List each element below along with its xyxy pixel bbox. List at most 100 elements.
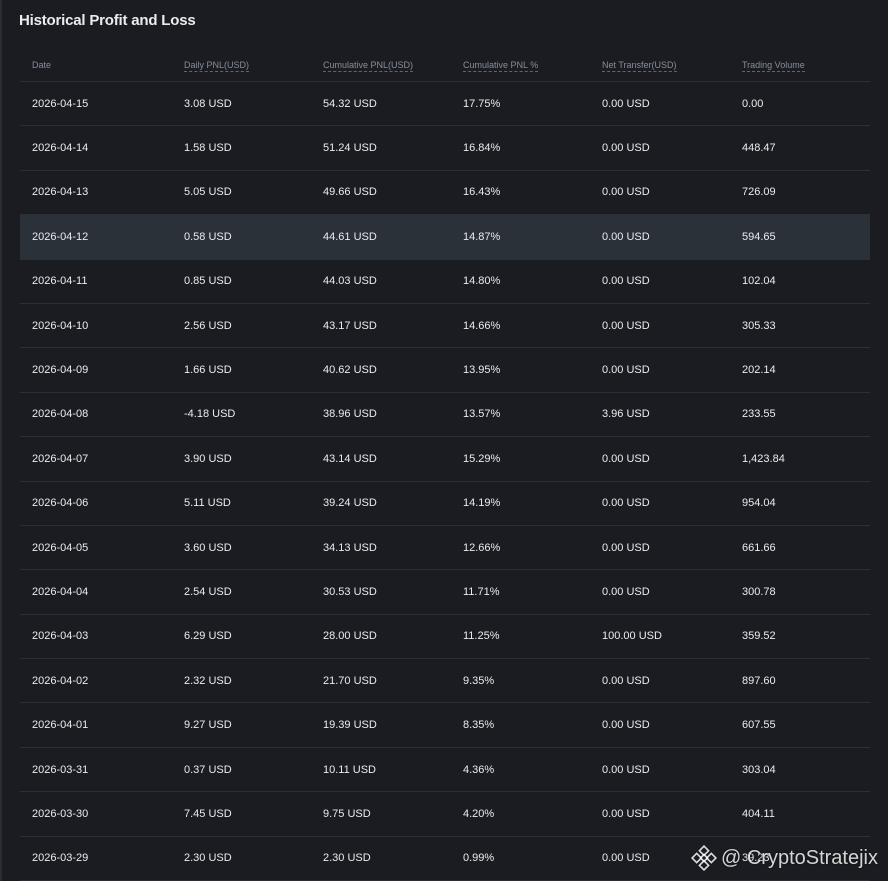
cell-date: 2026-04-04 bbox=[32, 585, 89, 598]
cell-net-transfer: 0.00 USD bbox=[602, 719, 650, 732]
cell-trading-volume: 897.60 bbox=[742, 674, 776, 687]
column-header-net-transfer[interactable]: Net Transfer(USD) bbox=[602, 60, 677, 72]
cell-trading-volume: 305.33 bbox=[742, 319, 776, 332]
cell-daily-pnl: 1.58 USD bbox=[184, 142, 232, 155]
cell-cumulative-pnl-percent: 13.95% bbox=[463, 364, 501, 377]
cell-net-transfer: 0.00 USD bbox=[602, 807, 650, 820]
cell-cumulative-pnl: 43.17 USD bbox=[323, 319, 377, 332]
watermark: @ CryptoStratejix bbox=[690, 845, 878, 871]
cell-net-transfer: 0.00 USD bbox=[602, 97, 650, 110]
cell-cumulative-pnl-percent: 11.25% bbox=[463, 630, 500, 643]
cell-cumulative-pnl: 44.03 USD bbox=[323, 275, 377, 288]
cell-trading-volume: 303.04 bbox=[742, 763, 776, 776]
binance-logo-icon bbox=[690, 845, 717, 871]
cell-net-transfer: 0.00 USD bbox=[602, 852, 650, 865]
cell-daily-pnl: 2.54 USD bbox=[184, 585, 232, 598]
table-row[interactable]: 2026-04-14 1.58 USD 51.24 USD 16.84% 0.00 US… bbox=[20, 126, 870, 171]
table-row[interactable]: 2026-04-01 9.27 USD 19.39 USD 8.35% 0.00 USD… bbox=[20, 703, 870, 748]
cell-cumulative-pnl: 51.24 USD bbox=[323, 142, 377, 155]
column-header-trading-volume[interactable]: Trading Volume bbox=[742, 60, 805, 72]
table-row[interactable]: 2026-04-04 2.54 USD 30.53 USD 11.71% 0.00 US… bbox=[20, 570, 870, 615]
cell-net-transfer: 0.00 USD bbox=[602, 230, 650, 243]
table-row[interactable]: 2026-04-13 5.05 USD 49.66 USD 16.43% 0.00 US… bbox=[20, 171, 870, 216]
table-row[interactable]: 2026-04-10 2.56 USD 43.17 USD 14.66% 0.00 US… bbox=[20, 304, 870, 349]
cell-cumulative-pnl: 49.66 USD bbox=[323, 186, 377, 199]
cell-date: 2026-04-02 bbox=[32, 674, 89, 687]
cell-cumulative-pnl: 30.53 USD bbox=[323, 585, 377, 598]
cell-cumulative-pnl: 9.75 USD bbox=[323, 807, 371, 820]
table-row[interactable]: 2026-04-11 0.85 USD 44.03 USD 14.80% 0.00 US… bbox=[20, 260, 870, 304]
cell-net-transfer: 0.00 USD bbox=[602, 541, 650, 554]
column-header-date: Date bbox=[32, 60, 52, 70]
table-row[interactable]: 2026-04-06 5.11 USD 39.24 USD 14.19% 0.00 US… bbox=[20, 482, 870, 526]
table-row[interactable]: 2026-04-15 3.08 USD 54.32 USD 17.75% 0.00 US… bbox=[20, 82, 870, 127]
cell-date: 2026-04-03 bbox=[32, 630, 89, 643]
table-row[interactable]: 2026-04-12 0.58 USD 44.61 USD 14.87% 0.00 US… bbox=[20, 215, 870, 260]
cell-cumulative-pnl: 39.24 USD bbox=[323, 497, 377, 510]
table-row[interactable]: 2026-04-09 1.66 USD 40.62 USD 13.95% 0.00 US… bbox=[20, 348, 870, 393]
cell-trading-volume: 233.55 bbox=[742, 408, 776, 421]
cell-date: 2026-04-01 bbox=[32, 719, 89, 732]
cell-cumulative-pnl-percent: 0.99% bbox=[463, 852, 495, 865]
cell-date: 2026-04-12 bbox=[32, 230, 89, 243]
cell-daily-pnl: 7.45 USD bbox=[184, 807, 232, 820]
cell-date: 2026-04-08 bbox=[32, 408, 89, 421]
cell-trading-volume: 448.47 bbox=[742, 142, 776, 155]
cell-date: 2026-04-15 bbox=[32, 97, 89, 110]
cell-net-transfer: 100.00 USD bbox=[602, 630, 662, 643]
cell-cumulative-pnl-percent: 17.75% bbox=[463, 97, 501, 110]
table-row[interactable]: 2026-04-05 3.60 USD 34.13 USD 12.66% 0.00 US… bbox=[20, 526, 870, 571]
table-row[interactable]: 2026-04-07 3.90 USD 43.14 USD 15.29% 0.00 US… bbox=[20, 437, 870, 482]
cell-cumulative-pnl: 2.30 USD bbox=[323, 852, 371, 865]
cell-trading-volume: 300.78 bbox=[742, 585, 776, 598]
cell-cumulative-pnl-percent: 14.80% bbox=[463, 275, 501, 288]
cell-cumulative-pnl: 21.70 USD bbox=[323, 674, 377, 687]
table-row[interactable]: 2026-04-03 6.29 USD 28.00 USD 11.25% 100.00 … bbox=[20, 615, 870, 660]
cell-cumulative-pnl-percent: 14.19% bbox=[463, 497, 501, 510]
cell-cumulative-pnl: 44.61 USD bbox=[323, 230, 377, 243]
cell-net-transfer: 0.00 USD bbox=[602, 275, 650, 288]
cell-net-transfer: 0.00 USD bbox=[602, 497, 650, 510]
cell-net-transfer: 0.00 USD bbox=[602, 674, 650, 687]
cell-cumulative-pnl-percent: 16.43% bbox=[463, 186, 501, 199]
cell-date: 2026-04-10 bbox=[32, 319, 89, 332]
cell-daily-pnl: -4.18 USD bbox=[184, 408, 236, 421]
table-row[interactable]: 2026-03-30 7.45 USD 9.75 USD 4.20% 0.00 USD 4… bbox=[20, 792, 870, 837]
cell-date: 2026-03-29 bbox=[32, 852, 89, 865]
table-row[interactable]: 2026-04-02 2.32 USD 21.70 USD 9.35% 0.00 USD… bbox=[20, 659, 870, 704]
panel-border bbox=[0, 0, 2, 881]
cell-daily-pnl: 3.90 USD bbox=[184, 452, 232, 465]
cell-net-transfer: 0.00 USD bbox=[602, 763, 650, 776]
cell-cumulative-pnl: 28.00 USD bbox=[323, 630, 377, 643]
column-header-daily-pnl[interactable]: Daily PNL(USD) bbox=[184, 60, 250, 72]
cell-cumulative-pnl: 10.11 USD bbox=[323, 763, 376, 776]
pnl-page: Historical Profit and Loss Date Daily PN… bbox=[0, 0, 888, 881]
page-title: Historical Profit and Loss bbox=[19, 12, 196, 29]
watermark-text: @ CryptoStratejix bbox=[720, 846, 878, 869]
cell-trading-volume: 607.55 bbox=[742, 719, 776, 732]
cell-daily-pnl: 3.08 USD bbox=[184, 97, 232, 110]
cell-date: 2026-04-14 bbox=[32, 142, 89, 155]
cell-daily-pnl: 5.11 USD bbox=[184, 497, 231, 510]
cell-cumulative-pnl-percent: 13.57% bbox=[463, 408, 501, 421]
cell-cumulative-pnl: 19.39 USD bbox=[323, 719, 377, 732]
table-row[interactable]: 2026-04-08 -4.18 USD 38.96 USD 13.57% 3.96 U… bbox=[20, 393, 870, 438]
cell-net-transfer: 3.96 USD bbox=[602, 408, 650, 421]
cell-cumulative-pnl-percent: 14.87% bbox=[463, 230, 501, 243]
cell-daily-pnl: 2.56 USD bbox=[184, 319, 232, 332]
table-row[interactable]: 2026-03-31 0.37 USD 10.11 USD 4.36% 0.00 USD… bbox=[20, 748, 870, 793]
cell-cumulative-pnl-percent: 16.84% bbox=[463, 142, 501, 155]
cell-trading-volume: 0.00 bbox=[742, 97, 764, 110]
table-body: 2026-04-15 3.08 USD 54.32 USD 17.75% 0.00 US… bbox=[20, 82, 870, 881]
cell-trading-volume: 954.04 bbox=[742, 497, 776, 510]
column-header-cumulative-pnl-percent[interactable]: Cumulative PNL % bbox=[463, 60, 539, 72]
cell-cumulative-pnl: 38.96 USD bbox=[323, 408, 377, 421]
cell-date: 2026-03-31 bbox=[32, 763, 89, 776]
cell-daily-pnl: 2.32 USD bbox=[184, 674, 232, 687]
cell-net-transfer: 0.00 USD bbox=[602, 319, 650, 332]
cell-cumulative-pnl-percent: 15.29% bbox=[463, 452, 501, 465]
cell-date: 2026-03-30 bbox=[32, 807, 89, 820]
cell-date: 2026-04-06 bbox=[32, 497, 89, 510]
column-header-cumulative-pnl[interactable]: Cumulative PNL(USD) bbox=[323, 60, 414, 72]
cell-date: 2026-04-09 bbox=[32, 364, 89, 377]
